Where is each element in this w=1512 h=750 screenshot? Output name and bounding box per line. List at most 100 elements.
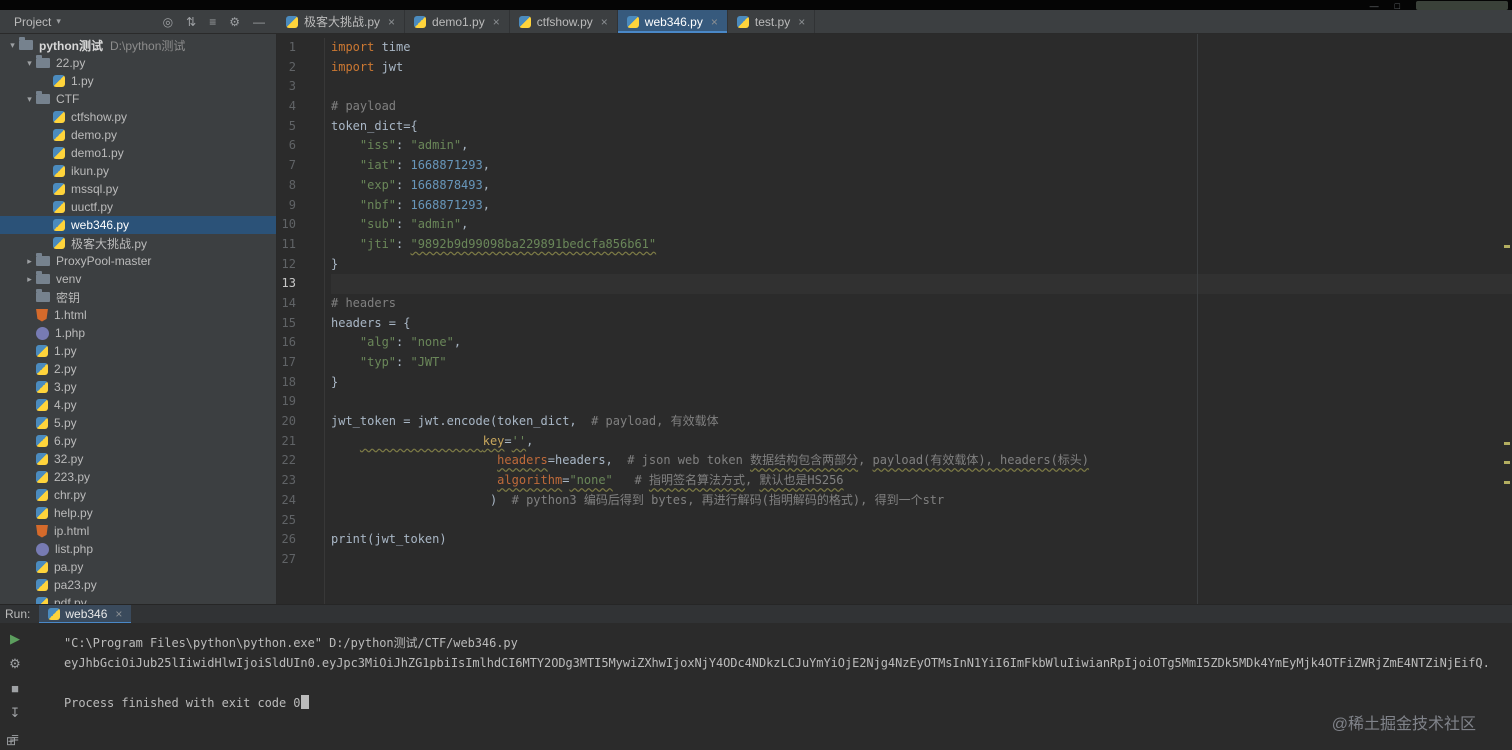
error-stripe[interactable]	[1502, 34, 1512, 604]
tree-item[interactable]: ip.html	[0, 522, 276, 540]
code-token: 1668871293	[410, 158, 483, 173]
tree-item[interactable]: 1.py	[0, 342, 276, 360]
warning-mark[interactable]	[1504, 442, 1510, 445]
code-area[interactable]: import time import jwt # payload token_dict…	[331, 38, 1512, 604]
code-token: 默认也是HS256	[759, 473, 844, 488]
chevron-down-icon[interactable]: ▾	[23, 58, 36, 69]
tool-windows-icon[interactable]: ⊞	[6, 734, 16, 748]
line-number: 1	[288, 40, 296, 54]
tree-item[interactable]: 6.py	[0, 432, 276, 450]
code-token: =	[504, 433, 512, 448]
tree-item-label: ctfshow.py	[71, 110, 128, 124]
line-number: 8	[288, 177, 296, 192]
code-token: import	[331, 59, 375, 74]
code-token: }	[331, 256, 339, 271]
run-config-widget[interactable]	[1416, 0, 1508, 10]
python-file-icon	[36, 453, 48, 465]
tree-item[interactable]: pa23.py	[0, 576, 276, 594]
chevron-down-icon[interactable]: ▾	[56, 16, 61, 27]
tree-item[interactable]: 4.py	[0, 396, 276, 414]
project-panel-title[interactable]: Project	[14, 15, 51, 29]
hide-panel-icon[interactable]: —	[253, 15, 265, 29]
code-token: jwt	[374, 59, 404, 74]
code-token: ,	[526, 433, 534, 448]
tree-item[interactable]: ctfshow.py	[0, 108, 276, 126]
stop-icon[interactable]: ■	[11, 681, 19, 696]
tree-item[interactable]: ▸ ProxyPool-master	[0, 252, 276, 270]
tree-item[interactable]: demo.py	[0, 126, 276, 144]
close-icon[interactable]: ×	[115, 607, 122, 621]
scroll-to-end-icon[interactable]: ↧	[10, 705, 21, 721]
project-panel-header: Project ▾ ◎ ⇅ ≡ ⚙ —	[0, 10, 277, 34]
line-number: 10	[281, 217, 296, 232]
close-icon[interactable]: ×	[601, 15, 608, 29]
run-tab-label: web346	[65, 607, 108, 621]
code-token: # python3 编码后得到 bytes, 再进行解码(指明解码的格式), 得…	[511, 492, 945, 507]
tree-item[interactable]: list.php	[0, 540, 276, 558]
tree-item[interactable]: ▾ python测试 D:\python测试	[0, 36, 276, 54]
editor[interactable]: 1 2 3 4 5 6 7 8 9 10 11 12 13 14 15 16 17 18 19 20 21 22 23 24 2…	[278, 34, 1512, 604]
console-output[interactable]: "C:\Program Files\python\python.exe" D:/…	[30, 633, 1512, 750]
rerun-icon[interactable]: ▶	[10, 631, 20, 647]
locate-icon[interactable]: ◎	[163, 15, 173, 29]
chevron-down-icon[interactable]: ▾	[6, 40, 19, 51]
close-icon[interactable]: ×	[388, 15, 395, 29]
tab-test.py[interactable]: test.py ×	[727, 10, 816, 33]
sort-icon[interactable]: ≡	[209, 15, 216, 29]
tree-item[interactable]: 32.py	[0, 450, 276, 468]
code-token: headers	[497, 453, 548, 468]
tree-item[interactable]: pa.py	[0, 558, 276, 576]
close-icon[interactable]: ×	[493, 15, 500, 29]
tree-item[interactable]: web346.py	[0, 216, 276, 234]
collapse-all-icon[interactable]: ⇅	[186, 15, 196, 29]
tree-item[interactable]: chr.py	[0, 486, 276, 504]
code-token: 1668878493	[410, 177, 483, 192]
run-tab-web346[interactable]: web346 ×	[39, 604, 132, 624]
close-icon[interactable]: ×	[711, 15, 718, 29]
tree-item[interactable]: 1.py	[0, 72, 276, 90]
tree-item[interactable]: 极客大挑战.py	[0, 234, 276, 252]
tree-item-label: chr.py	[54, 488, 87, 502]
tree-item[interactable]: demo1.py	[0, 144, 276, 162]
close-icon[interactable]: ×	[798, 15, 805, 29]
tree-item[interactable]: ▸ venv	[0, 270, 276, 288]
tab-ctfshow.py[interactable]: ctfshow.py ×	[509, 10, 618, 33]
chevron-right-icon[interactable]: ▸	[23, 256, 36, 267]
tree-item[interactable]: 2.py	[0, 360, 276, 378]
tree-item[interactable]: 1.php	[0, 324, 276, 342]
python-file-icon	[36, 417, 48, 429]
code-line: "exp": 1668878493,	[331, 176, 1512, 196]
tree-item[interactable]: help.py	[0, 504, 276, 522]
settings-icon[interactable]: ⚙	[9, 656, 21, 672]
tab-web346.py[interactable]: web346.py ×	[617, 10, 728, 33]
tree-item[interactable]: ikun.py	[0, 162, 276, 180]
code-token: #	[634, 473, 649, 488]
python-file-icon	[36, 579, 48, 591]
tree-item[interactable]: 3.py	[0, 378, 276, 396]
tree-item[interactable]: uuctf.py	[0, 198, 276, 216]
chevron-right-icon[interactable]: ▸	[23, 274, 36, 285]
warning-mark[interactable]	[1504, 245, 1510, 248]
project-tree[interactable]: ▾ python测试 D:\python测试 ▾ 22.py 1.py ▾ CTF ctfsho…	[0, 34, 277, 604]
tree-item[interactable]: pdf.py	[0, 594, 276, 604]
warning-mark[interactable]	[1504, 461, 1510, 464]
tree-item[interactable]: ▾ CTF	[0, 90, 276, 108]
tree-item[interactable]: ▾ 22.py	[0, 54, 276, 72]
tree-item-label: python测试	[39, 38, 103, 53]
tree-item[interactable]: 5.py	[0, 414, 276, 432]
tab-demo1.py[interactable]: demo1.py ×	[405, 10, 510, 33]
code-token: # payload	[331, 99, 397, 114]
code-token: ,	[482, 158, 490, 173]
tab-极客大挑战.py[interactable]: 极客大挑战.py ×	[277, 10, 406, 33]
warning-mark[interactable]	[1504, 481, 1510, 484]
settings-gear-icon[interactable]: ⚙	[229, 15, 240, 29]
tree-item[interactable]: 223.py	[0, 468, 276, 486]
tree-item[interactable]: 1.html	[0, 306, 276, 324]
tree-item[interactable]: mssql.py	[0, 180, 276, 198]
tree-item[interactable]: 密钥	[0, 288, 276, 306]
chevron-down-icon[interactable]: ▾	[23, 94, 36, 105]
